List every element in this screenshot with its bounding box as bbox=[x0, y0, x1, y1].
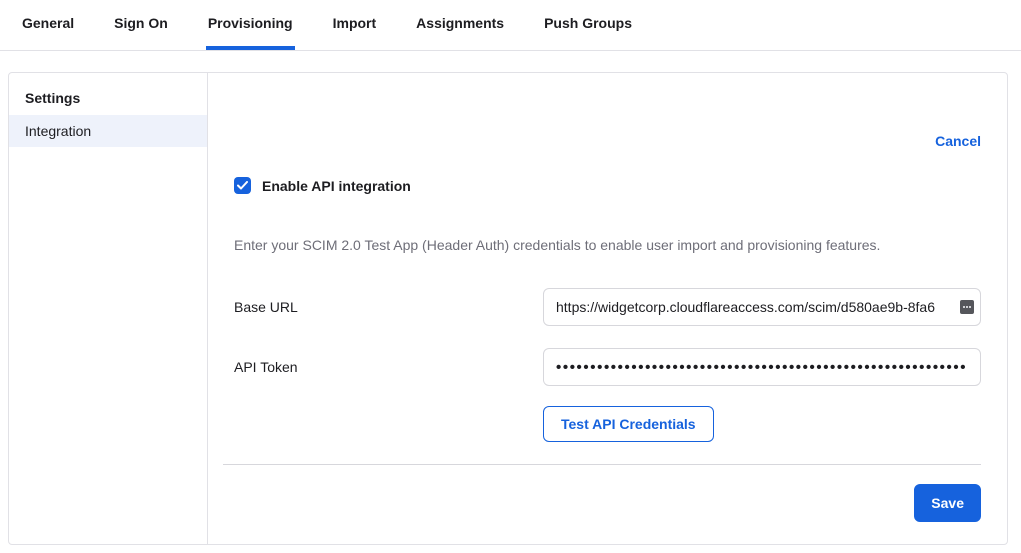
sidebar: Settings Integration bbox=[9, 73, 208, 544]
tab-sign-on[interactable]: Sign On bbox=[112, 0, 170, 50]
save-row: Save bbox=[234, 484, 981, 522]
sidebar-item-integration[interactable]: Integration bbox=[9, 115, 207, 147]
checkmark-icon bbox=[237, 181, 248, 190]
tab-bar: General Sign On Provisioning Import Assi… bbox=[0, 0, 1021, 51]
tab-assignments[interactable]: Assignments bbox=[414, 0, 506, 50]
test-api-credentials-button[interactable]: Test API Credentials bbox=[543, 406, 714, 442]
credentials-description: Enter your SCIM 2.0 Test App (Header Aut… bbox=[234, 236, 981, 254]
save-button[interactable]: Save bbox=[914, 484, 981, 522]
base-url-field-row: Base URL bbox=[234, 288, 981, 326]
footer-divider bbox=[223, 464, 981, 465]
api-token-input[interactable] bbox=[543, 348, 981, 386]
tab-provisioning[interactable]: Provisioning bbox=[206, 0, 295, 50]
enable-api-label: Enable API integration bbox=[262, 178, 411, 194]
base-url-label: Base URL bbox=[234, 299, 543, 315]
provisioning-panel: Settings Integration Cancel Enable API i… bbox=[8, 72, 1008, 545]
enable-api-checkbox[interactable] bbox=[234, 177, 251, 194]
tab-import[interactable]: Import bbox=[331, 0, 379, 50]
api-token-label: API Token bbox=[234, 359, 543, 375]
sidebar-header-settings: Settings bbox=[9, 81, 207, 115]
enable-api-row: Enable API integration bbox=[234, 177, 981, 194]
api-token-input-wrap bbox=[543, 348, 981, 386]
cancel-row: Cancel bbox=[234, 133, 981, 149]
base-url-input-wrap bbox=[543, 288, 981, 326]
api-token-field-row: API Token bbox=[234, 348, 981, 386]
base-url-input[interactable] bbox=[543, 288, 981, 326]
cancel-link[interactable]: Cancel bbox=[935, 133, 981, 149]
tab-push-groups[interactable]: Push Groups bbox=[542, 0, 634, 50]
integration-settings-content: Cancel Enable API integration Enter your… bbox=[208, 73, 1007, 544]
test-credentials-row: Test API Credentials bbox=[543, 406, 981, 442]
text-cursor-artifact bbox=[960, 300, 974, 314]
tab-general[interactable]: General bbox=[20, 0, 76, 50]
